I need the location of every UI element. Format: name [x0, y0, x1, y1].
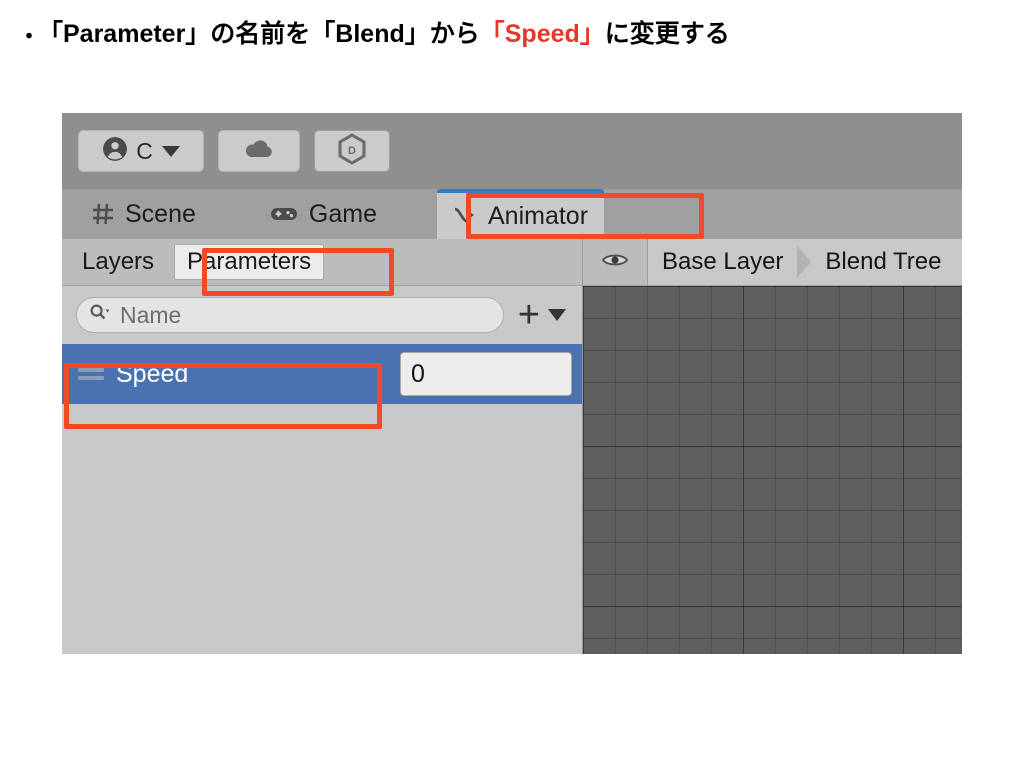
chevron-down-icon[interactable] [161, 145, 180, 157]
svg-text:D: D [348, 145, 356, 157]
subtab-parameters[interactable]: Parameters [174, 244, 325, 280]
page-title: ・「Parameter」の名前を「Blend」から「Speed」に変更する [18, 14, 1008, 51]
search-icon[interactable] [89, 303, 111, 328]
drag-handle-icon[interactable] [78, 364, 104, 384]
animator-graph-pane[interactable]: Base Layer Blend Tree [583, 239, 962, 654]
breadcrumb-separator-icon [797, 246, 812, 278]
add-parameter-button[interactable]: + [518, 296, 566, 334]
cloud-button[interactable] [218, 130, 300, 172]
tab-animator[interactable]: Animator [436, 189, 605, 239]
heading-segment-1: 「Parameter」の名前を「Blend」から [38, 20, 480, 48]
account-label: C [136, 137, 153, 164]
tab-animator-label: Animator [487, 201, 589, 230]
account-button[interactable]: C [78, 130, 204, 172]
breadcrumb-item-blend-tree[interactable]: Blend Tree [811, 248, 955, 276]
account-circle-icon [102, 136, 128, 167]
parameter-value-field[interactable]: 0 [400, 352, 572, 396]
editor-toolbar: C D [62, 113, 962, 189]
tab-scene-label: Scene [125, 199, 196, 228]
gamepad-icon [270, 205, 298, 223]
eye-icon [600, 250, 630, 275]
animator-grid-canvas[interactable] [583, 286, 962, 654]
breadcrumb: Base Layer Blend Tree [583, 239, 962, 286]
window-tab-bar: Scene Game Animator [62, 189, 962, 239]
animator-arrow-icon [453, 205, 477, 227]
parameters-pane: Layers Parameters Name + Speed 0 [62, 239, 583, 654]
cloud-icon [243, 138, 275, 165]
search-input[interactable]: Name [76, 297, 504, 333]
breadcrumb-item-base-layer[interactable]: Base Layer [648, 248, 797, 276]
bullet-marker: ・ [18, 24, 41, 50]
subtab-layers[interactable]: Layers [70, 245, 166, 279]
parameter-search-row: Name + [62, 286, 582, 344]
search-placeholder-text: Name [120, 301, 182, 328]
plus-icon[interactable]: + [518, 296, 540, 334]
pane-subtab-row: Layers Parameters [62, 239, 582, 286]
tab-scene[interactable]: Scene [76, 189, 212, 239]
tab-game-label: Game [308, 199, 377, 228]
heading-segment-2: に変更する [604, 20, 730, 48]
parameter-row-speed[interactable]: Speed 0 [62, 344, 582, 404]
parameter-name-label[interactable]: Speed [116, 360, 400, 389]
parameter-list: Speed 0 [62, 344, 582, 654]
unity-editor-screenshot: C D Scene Game Animator Layers Parameter… [62, 113, 962, 654]
heading-segment-highlight: 「Speed」 [479, 20, 605, 48]
chevron-down-icon[interactable] [548, 309, 566, 321]
grid-hash-icon [92, 203, 114, 225]
package-manager-button[interactable]: D [314, 130, 390, 172]
hexagon-d-icon: D [337, 132, 367, 170]
animator-window-body: Layers Parameters Name + Speed 0 Base La… [62, 239, 962, 654]
visibility-toggle-button[interactable] [583, 239, 648, 285]
tab-game[interactable]: Game [254, 189, 393, 239]
